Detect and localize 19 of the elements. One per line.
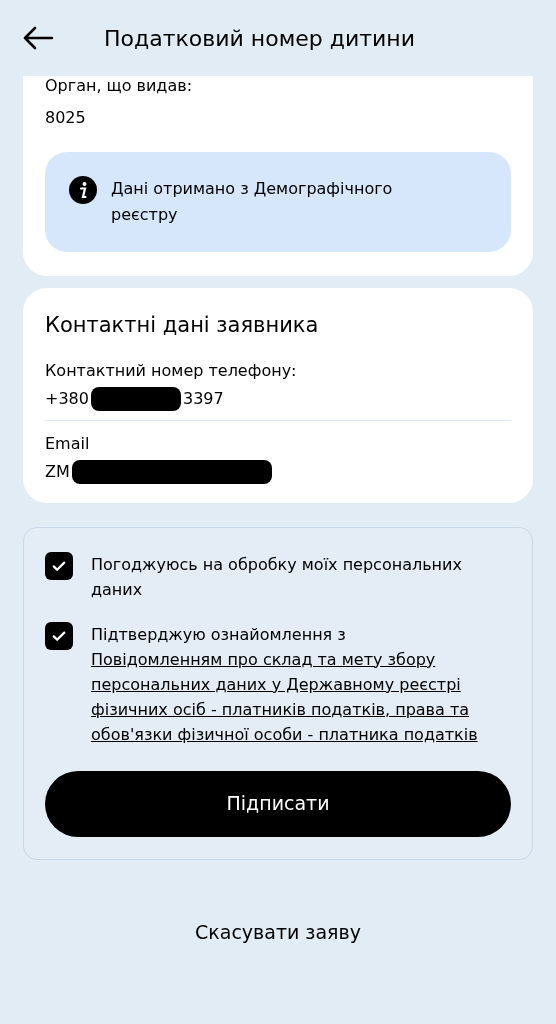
field-label: Контактний номер телефону: xyxy=(45,359,298,382)
cancel-button[interactable]: Скасувати заяву xyxy=(187,913,369,950)
field-value: +380 xyxy=(45,387,89,410)
checkbox[interactable] xyxy=(45,621,73,650)
consent-link[interactable]: Повідомленням про склад та мету збору персональних даних у Державному реєстрі фізичних осіб - платників податків, права та обов'язки фізичної особи - платника податків xyxy=(91,646,491,747)
notice-text: Дані отримано з Демографічного реєстру xyxy=(111,178,394,226)
info-icon xyxy=(69,176,97,204)
field-label: Орган, що видав: xyxy=(45,76,194,96)
field-value: 3397 xyxy=(182,387,224,410)
sign-button[interactable]: Підписати xyxy=(45,770,511,837)
section-title: Контактні дані заявника xyxy=(45,312,320,339)
field-label: Email xyxy=(45,432,91,455)
consent-text: Погоджуюсь на обробку моїх персональних даних xyxy=(91,553,463,601)
field-value: 8025 xyxy=(45,107,87,129)
page-title: Податковий номер дитини xyxy=(104,24,416,53)
field-value: ZM xyxy=(45,460,70,483)
checkbox[interactable] xyxy=(45,551,73,580)
consent-text: Підтверджую ознайомлення з xyxy=(91,623,347,646)
back-arrow-icon[interactable] xyxy=(22,26,54,50)
